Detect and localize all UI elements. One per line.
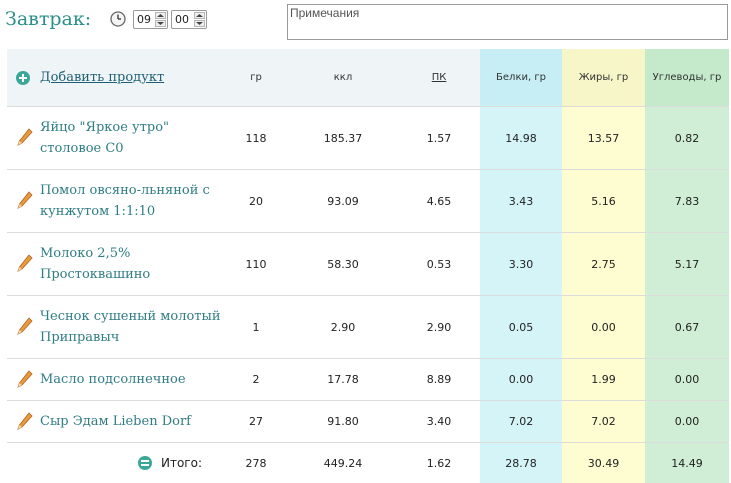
food-table: Добавить продукт гр ккл ПК Белки, гр Жир… — [7, 49, 729, 483]
header-grams: гр — [224, 49, 288, 107]
fat-value: 13.57 — [562, 107, 645, 170]
table-row: Сыр Эдам Lieben Dorf 27 91.80 3.40 7.02 … — [7, 401, 729, 443]
pk-value: 4.65 — [398, 170, 480, 233]
protein-value: 3.43 — [480, 170, 562, 233]
minute-value: 00 — [175, 13, 189, 26]
carbs-value: 0.00 — [645, 359, 729, 401]
kcal-value: 91.80 — [288, 401, 398, 443]
add-product-cell[interactable]: Добавить продукт — [7, 49, 224, 107]
protein-value: 14.98 — [480, 107, 562, 170]
pencil-icon[interactable] — [17, 191, 33, 209]
header-fat: Жиры, гр — [562, 49, 645, 107]
total-fat: 30.49 — [562, 443, 645, 483]
equals-circle-icon — [138, 456, 152, 470]
arrow-down-icon — [156, 21, 165, 26]
add-product-link[interactable]: Добавить продукт — [40, 70, 164, 85]
fat-value: 2.75 — [562, 233, 645, 296]
total-row: Итого: 278 449.24 1.62 28.78 30.49 14.49 — [7, 443, 729, 483]
carbs-value: 7.83 — [645, 170, 729, 233]
fat-value: 0.00 — [562, 296, 645, 359]
total-pk: 1.62 — [398, 443, 480, 483]
hour-down-button[interactable] — [155, 20, 166, 27]
carbs-value: 0.82 — [645, 107, 729, 170]
header-protein: Белки, гр — [480, 49, 562, 107]
minute-down-button[interactable] — [194, 20, 205, 27]
product-name[interactable]: Масло подсолнечное — [40, 369, 224, 390]
product-name-cell: Чеснок сушеный молотый Приправыч — [7, 296, 224, 359]
product-name[interactable]: Яйцо "Яркое утро" столовое С0 — [40, 117, 224, 159]
protein-value: 0.00 — [480, 359, 562, 401]
carbs-value: 0.00 — [645, 401, 729, 443]
pk-value: 1.57 — [398, 107, 480, 170]
fat-value: 1.99 — [562, 359, 645, 401]
total-protein: 28.78 — [480, 443, 562, 483]
arrow-up-icon — [195, 13, 204, 18]
header-kcal: ккл — [288, 49, 398, 107]
pk-value: 0.53 — [398, 233, 480, 296]
product-name-cell: Масло подсолнечное — [7, 359, 224, 401]
pencil-icon[interactable] — [17, 370, 33, 388]
pk-value: 2.90 — [398, 296, 480, 359]
arrow-up-icon — [156, 13, 165, 18]
product-name[interactable]: Чеснок сушеный молотый Приправыч — [40, 306, 224, 348]
meal-title: Завтрак: — [5, 8, 91, 30]
protein-value: 0.05 — [480, 296, 562, 359]
minute-stepper[interactable]: 00 — [171, 10, 207, 29]
kcal-value: 93.09 — [288, 170, 398, 233]
grams-value: 20 — [224, 170, 288, 233]
table-row: Чеснок сушеный молотый Приправыч 1 2.90 … — [7, 296, 729, 359]
total-label-cell: Итого: — [7, 443, 224, 483]
hour-stepper[interactable]: 09 — [133, 10, 168, 29]
total-carbs: 14.49 — [645, 443, 729, 483]
fat-value: 7.02 — [562, 401, 645, 443]
product-name-cell: Молоко 2,5% Простоквашино — [7, 233, 224, 296]
table-row: Молоко 2,5% Простоквашино 110 58.30 0.53… — [7, 233, 729, 296]
hour-value: 09 — [137, 13, 151, 26]
pk-value: 3.40 — [398, 401, 480, 443]
table-row: Помол овсяно-льняной с кунжутом 1:1:10 2… — [7, 170, 729, 233]
kcal-value: 17.78 — [288, 359, 398, 401]
product-name[interactable]: Молоко 2,5% Простоквашино — [40, 243, 224, 285]
carbs-value: 0.67 — [645, 296, 729, 359]
hour-up-button[interactable] — [155, 12, 166, 19]
fat-value: 5.16 — [562, 170, 645, 233]
pencil-icon[interactable] — [17, 128, 33, 146]
protein-value: 3.30 — [480, 233, 562, 296]
clock-icon — [110, 11, 126, 27]
product-name[interactable]: Помол овсяно-льняной с кунжутом 1:1:10 — [40, 180, 224, 222]
product-name[interactable]: Сыр Эдам Lieben Dorf — [40, 411, 224, 432]
table-row: Масло подсолнечное 2 17.78 8.89 0.00 1.9… — [7, 359, 729, 401]
grams-value: 1 — [224, 296, 288, 359]
pencil-icon[interactable] — [17, 412, 33, 430]
pencil-icon[interactable] — [17, 317, 33, 335]
total-kcal: 449.24 — [288, 443, 398, 483]
notes-input[interactable] — [288, 5, 727, 39]
arrow-down-icon — [195, 21, 204, 26]
grams-value: 2 — [224, 359, 288, 401]
notes-box — [287, 4, 728, 40]
kcal-value: 185.37 — [288, 107, 398, 170]
table-row: Яйцо "Яркое утро" столовое С0 118 185.37… — [7, 107, 729, 170]
header-carbs: Углеводы, гр — [645, 49, 729, 107]
total-label: Итого: — [161, 456, 202, 470]
plus-circle-icon — [16, 71, 30, 85]
pencil-icon[interactable] — [17, 254, 33, 272]
grams-value: 110 — [224, 233, 288, 296]
product-name-cell: Помол овсяно-льняной с кунжутом 1:1:10 — [7, 170, 224, 233]
protein-value: 7.02 — [480, 401, 562, 443]
header-pk[interactable]: ПК — [398, 49, 480, 107]
product-name-cell: Сыр Эдам Lieben Dorf — [7, 401, 224, 443]
kcal-value: 2.90 — [288, 296, 398, 359]
grams-value: 27 — [224, 401, 288, 443]
grams-value: 118 — [224, 107, 288, 170]
carbs-value: 5.17 — [645, 233, 729, 296]
table-header: Добавить продукт гр ккл ПК Белки, гр Жир… — [7, 49, 729, 107]
minute-up-button[interactable] — [194, 12, 205, 19]
meal-header: Завтрак: 09 00 — [0, 0, 731, 48]
pk-value: 8.89 — [398, 359, 480, 401]
product-name-cell: Яйцо "Яркое утро" столовое С0 — [7, 107, 224, 170]
total-grams: 278 — [224, 443, 288, 483]
kcal-value: 58.30 — [288, 233, 398, 296]
